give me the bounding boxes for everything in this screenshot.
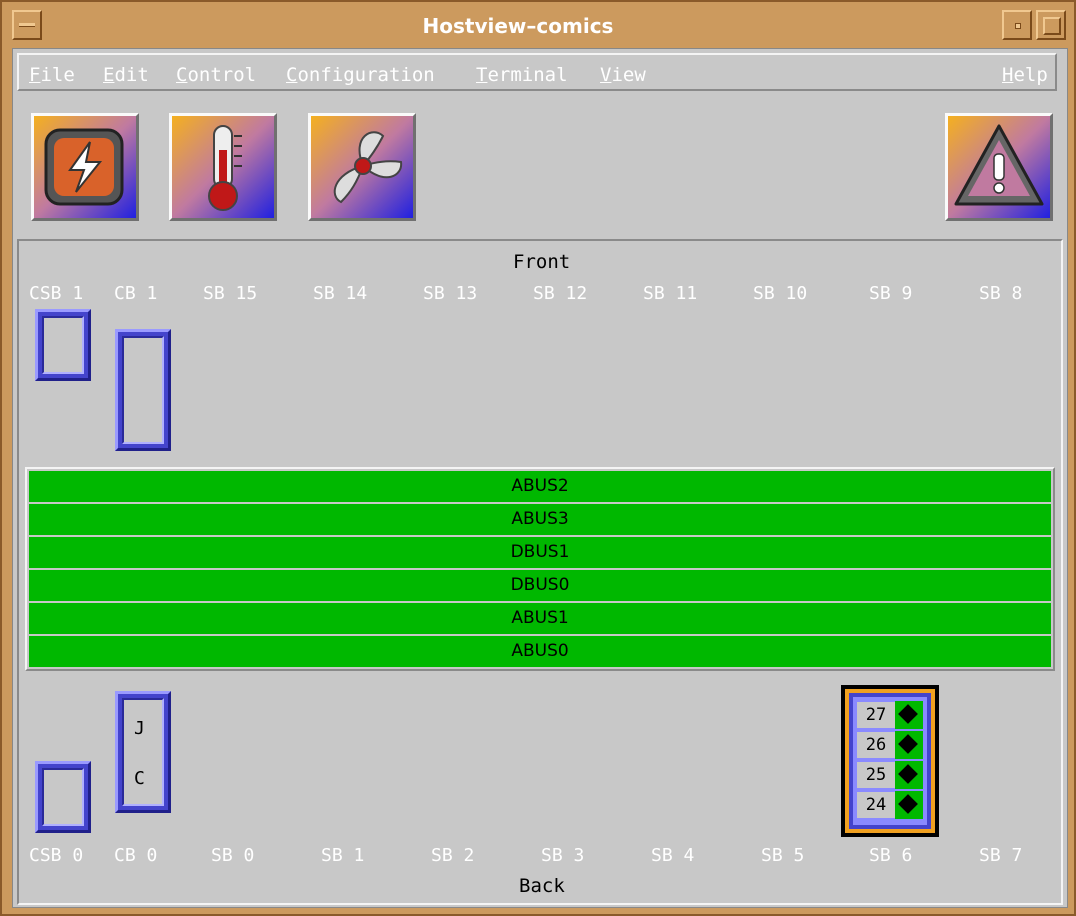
menu-file[interactable]: File <box>29 64 75 86</box>
board-cb1[interactable] <box>115 329 171 451</box>
slot-label-csb0: CSB 0 <box>29 845 84 866</box>
warning-icon <box>948 116 1050 218</box>
back-label: Back <box>519 875 565 897</box>
menu-control[interactable]: Control <box>176 64 256 86</box>
slot-label-cb1: CB 1 <box>114 283 158 304</box>
cpu-25[interactable]: 25 <box>857 761 923 789</box>
board-csb0[interactable] <box>35 761 91 833</box>
slot-label-sb0: SB 0 <box>211 845 255 866</box>
slot-label-sb10: SB 10 <box>753 283 808 304</box>
menu-bar: File Edit Control Configuration Terminal… <box>17 53 1057 91</box>
cpu-status-diamond-icon <box>895 761 923 789</box>
title-bar[interactable]: Hostview–comics <box>6 6 1070 44</box>
slot-label-sb2: SB 2 <box>431 845 475 866</box>
bus-abus2[interactable]: ABUS2 <box>29 471 1051 502</box>
slot-label-sb7: SB 7 <box>979 845 1023 866</box>
menu-view[interactable]: View <box>600 64 646 86</box>
slot-label-sb6: SB 6 <box>869 845 913 866</box>
bus-abus1[interactable]: ABUS1 <box>29 603 1051 634</box>
slot-label-sb3: SB 3 <box>541 845 585 866</box>
cpu-status-diamond-icon <box>895 791 923 819</box>
menu-terminal[interactable]: Terminal <box>476 64 568 86</box>
slot-label-sb12: SB 12 <box>533 283 588 304</box>
board-sb6[interactable]: 27 26 25 24 <box>841 685 939 837</box>
slot-label-sb4: SB 4 <box>651 845 695 866</box>
bus-list: ABUS2 ABUS3 DBUS1 DBUS0 ABUS1 ABUS0 <box>25 467 1055 671</box>
slot-label-sb13: SB 13 <box>423 283 478 304</box>
menu-help[interactable]: Help <box>1002 64 1048 86</box>
client-area: File Edit Control Configuration Terminal… <box>12 48 1068 908</box>
minimize-button[interactable] <box>1002 10 1032 40</box>
cpu-status-diamond-icon <box>895 701 923 729</box>
cpu-24[interactable]: 24 <box>857 791 923 819</box>
sb6-cpu-module: 27 26 25 24 <box>849 693 931 829</box>
slot-label-sb11: SB 11 <box>643 283 698 304</box>
slot-label-sb5: SB 5 <box>761 845 805 866</box>
bus-abus0[interactable]: ABUS0 <box>29 636 1051 667</box>
slot-label-sb8: SB 8 <box>979 283 1023 304</box>
main-window: Hostview–comics File Edit Control Config… <box>0 0 1076 916</box>
cb0-letter-j: J <box>134 718 145 739</box>
system-board-panel: Front CSB 1 CB 1 SB 15 SB 14 SB 13 SB 12… <box>17 239 1063 905</box>
fan-button[interactable] <box>308 113 416 221</box>
cpu-status-diamond-icon <box>895 731 923 759</box>
slot-label-csb1: CSB 1 <box>29 283 84 304</box>
cpu-number: 27 <box>857 702 895 728</box>
cb0-letter-c: C <box>134 768 145 789</box>
power-button[interactable] <box>31 113 139 221</box>
cpu-26[interactable]: 26 <box>857 731 923 759</box>
power-icon <box>34 116 136 218</box>
slot-label-sb15: SB 15 <box>203 283 258 304</box>
front-label: Front <box>513 251 571 273</box>
cpu-number: 26 <box>857 732 895 758</box>
window-title: Hostview–comics <box>422 14 614 38</box>
bus-abus3[interactable]: ABUS3 <box>29 504 1051 535</box>
window-menu-button[interactable] <box>12 10 42 40</box>
slot-label-sb1: SB 1 <box>321 845 365 866</box>
cpu-number: 25 <box>857 762 895 788</box>
cpu-number: 24 <box>857 792 895 818</box>
slot-label-sb9: SB 9 <box>869 283 913 304</box>
board-csb1[interactable] <box>35 309 91 381</box>
temperature-button[interactable] <box>169 113 277 221</box>
bus-dbus0[interactable]: DBUS0 <box>29 570 1051 601</box>
alert-button[interactable] <box>945 113 1053 221</box>
fan-icon <box>311 116 413 218</box>
slot-label-cb0: CB 0 <box>114 845 158 866</box>
bus-dbus1[interactable]: DBUS1 <box>29 537 1051 568</box>
board-cb0[interactable]: J C <box>115 691 171 813</box>
maximize-button[interactable] <box>1036 10 1066 40</box>
cpu-27[interactable]: 27 <box>857 701 923 729</box>
menu-edit[interactable]: Edit <box>103 64 149 86</box>
menu-configuration[interactable]: Configuration <box>286 64 435 86</box>
slot-label-sb14: SB 14 <box>313 283 368 304</box>
thermometer-icon <box>172 116 274 218</box>
